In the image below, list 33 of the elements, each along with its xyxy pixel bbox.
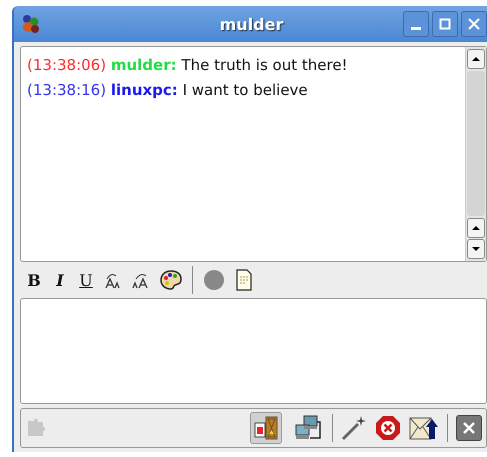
scroll-up-button[interactable] <box>467 49 485 69</box>
font-grow-icon[interactable] <box>104 271 122 289</box>
format-button[interactable]: B <box>26 270 42 290</box>
close-button[interactable] <box>456 415 482 441</box>
chat-message: (13:38:06) mulder: The truth is out there! <box>27 55 349 76</box>
palette-icon[interactable] <box>160 270 182 290</box>
magic-wand-icon[interactable] <box>341 415 367 441</box>
maximize-icon <box>439 18 451 30</box>
stop-icon[interactable] <box>375 415 401 441</box>
scroll-up-button[interactable] <box>467 218 485 238</box>
scroll-down-button[interactable] <box>467 239 485 259</box>
close-icon <box>462 421 476 435</box>
circle-icon[interactable] <box>203 269 225 291</box>
down-arrow-icon <box>471 245 481 253</box>
maximize-button[interactable] <box>432 11 458 37</box>
document-icon[interactable] <box>235 269 253 291</box>
scrollbar[interactable] <box>465 47 486 261</box>
close-button[interactable] <box>461 11 487 37</box>
minimize-button[interactable] <box>403 11 429 37</box>
minimize-icon <box>411 27 421 30</box>
window-title: mulder <box>218 14 284 34</box>
up-arrow-icon <box>471 224 481 232</box>
format-button[interactable]: U <box>78 270 94 290</box>
message-input[interactable] <box>20 298 487 404</box>
chat-message: (13:38:16) linuxpc: I want to believe <box>27 80 309 101</box>
close-icon <box>468 18 480 30</box>
format-button[interactable]: I <box>52 270 68 290</box>
envelope-icon[interactable] <box>409 415 439 441</box>
up-arrow-icon <box>471 55 481 63</box>
typing-toggle-button[interactable] <box>250 412 282 444</box>
font-shrink-icon[interactable] <box>132 271 150 289</box>
scrollbar-thumb[interactable] <box>467 71 485 216</box>
app-icon <box>22 14 40 34</box>
